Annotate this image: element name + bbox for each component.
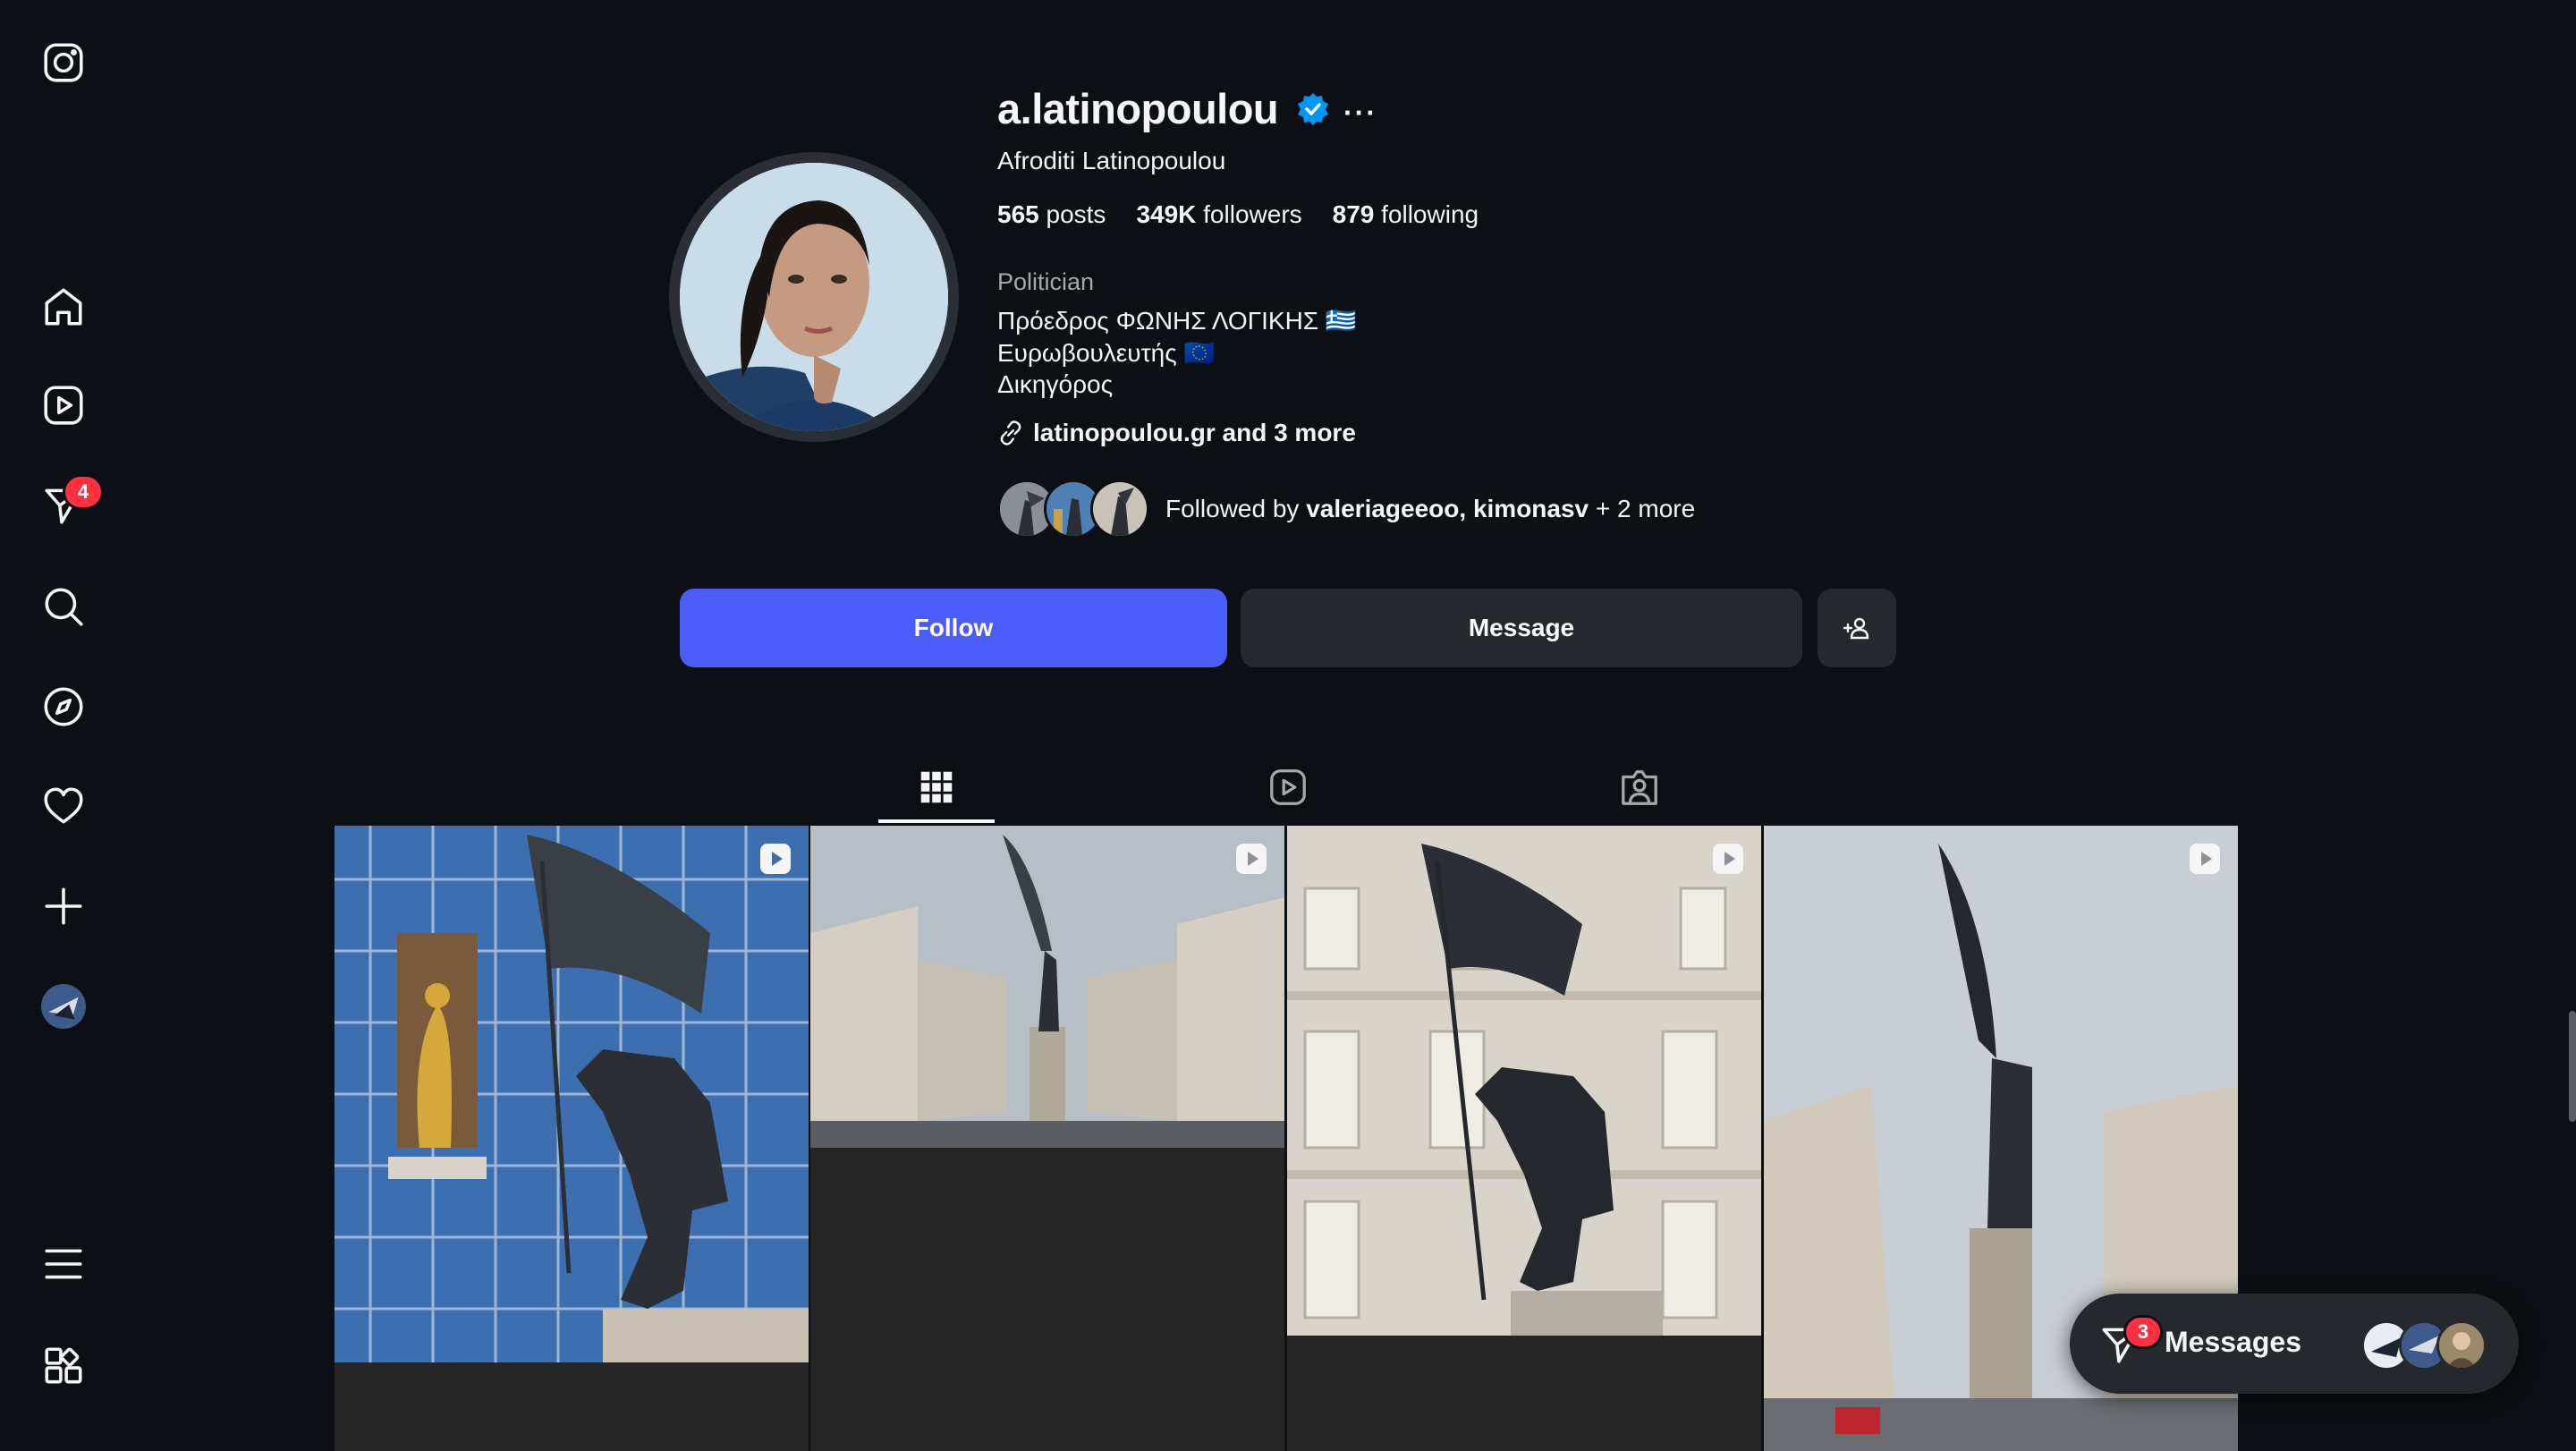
- bio-line: Ευρωβουλευτής 🇪🇺: [997, 339, 1216, 367]
- bio-line: Πρόεδρος ΦΩΝΗΣ ΛΟΓΙΚΗΣ 🇬🇷: [997, 307, 1357, 335]
- suggest-accounts-button[interactable]: [1818, 589, 1896, 667]
- tab-tagged[interactable]: [1581, 751, 1698, 823]
- reel-indicator-icon: [2190, 844, 2220, 874]
- scrollbar-thumb[interactable]: [2569, 1011, 2576, 1122]
- post-thumbnail[interactable]: [335, 826, 809, 1451]
- post-thumbnail[interactable]: [810, 826, 1284, 1451]
- profile-full-name: Afroditi Latinopoulou: [997, 147, 1226, 174]
- followed-by[interactable]: Followed by valeriageeoo, kimonasv + 2 m…: [997, 479, 1695, 539]
- more-options-icon[interactable]: ···: [1343, 97, 1377, 130]
- followed-by-suffix: + 2 more: [1595, 495, 1696, 522]
- link-icon: [1000, 420, 1021, 445]
- follower-avatar: [1090, 479, 1149, 539]
- followers-stat[interactable]: 349K followers: [1136, 200, 1301, 229]
- reel-indicator-icon: [1713, 844, 1743, 874]
- profile-avatar[interactable]: [32, 975, 95, 1038]
- profile-category: Politician: [997, 268, 1095, 295]
- message-button[interactable]: Message: [1241, 589, 1802, 667]
- sidebar: 4: [0, 0, 127, 1451]
- post-thumbnail[interactable]: [1287, 826, 1761, 1451]
- verified-icon: [1295, 91, 1331, 127]
- followed-by-names: valeriageeoo, kimonasv: [1306, 495, 1589, 522]
- profile-link[interactable]: latinopoulou.gr and 3 more: [997, 419, 1356, 447]
- search-icon[interactable]: [32, 575, 95, 638]
- reel-indicator-icon: [1236, 844, 1267, 874]
- followed-by-prefix: Followed by: [1165, 495, 1300, 522]
- tagged-icon: [1622, 770, 1657, 805]
- messages-avatars: [2361, 1320, 2487, 1370]
- tab-reels[interactable]: [1230, 751, 1346, 823]
- home-icon[interactable]: [32, 276, 95, 338]
- messages-badge: 3: [2123, 1315, 2163, 1349]
- posts-stat: 565 posts: [997, 200, 1106, 228]
- profile-link-text: latinopoulou.gr and 3 more: [1033, 419, 1356, 446]
- follow-button[interactable]: Follow: [680, 589, 1227, 667]
- profile-stats: 565 posts 349K followers 879 following: [997, 200, 1479, 229]
- active-tab-indicator: [878, 819, 995, 823]
- profile-picture[interactable]: [680, 163, 948, 431]
- reels-icon[interactable]: [32, 374, 95, 437]
- conversation-avatar: [2436, 1320, 2487, 1370]
- grid-icon: [920, 771, 953, 803]
- add-person-icon: [1843, 617, 1869, 640]
- messages-label: Messages: [2165, 1326, 2301, 1358]
- reels-tab-icon: [1270, 769, 1306, 805]
- explore-icon[interactable]: [32, 675, 95, 738]
- menu-icon[interactable]: [32, 1233, 95, 1295]
- notification-badge: 4: [63, 474, 104, 510]
- tab-posts[interactable]: [878, 751, 995, 823]
- bio-line: Δικηγόρος: [997, 370, 1114, 398]
- apps-icon[interactable]: [32, 1335, 95, 1397]
- following-stat[interactable]: 879 following: [1333, 200, 1479, 229]
- reel-indicator-icon: [760, 844, 791, 874]
- heart-icon[interactable]: [32, 775, 95, 837]
- create-icon[interactable]: [32, 875, 95, 938]
- instagram-logo-icon[interactable]: [32, 31, 95, 94]
- profile-username: a.latinopoulou: [997, 85, 1279, 132]
